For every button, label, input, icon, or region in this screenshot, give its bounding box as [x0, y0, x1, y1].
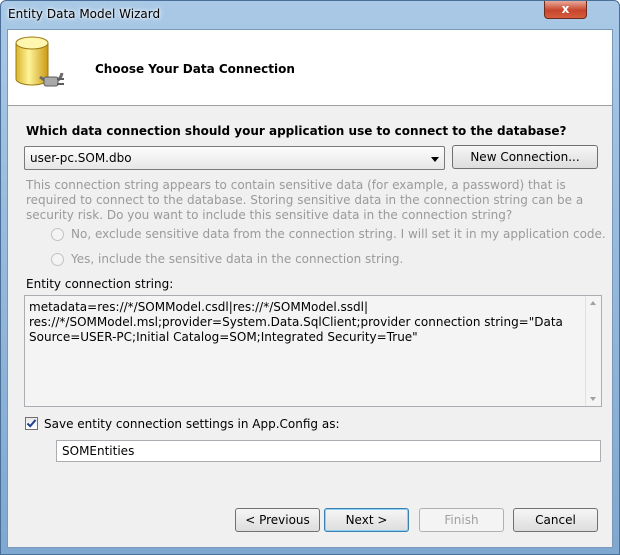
sensitive-data-message: This connection string appears to contai… [26, 178, 584, 222]
new-connection-button[interactable]: New Connection... [452, 145, 598, 169]
radio-button-exclude[interactable] [51, 228, 64, 241]
radio-button-include[interactable] [51, 253, 64, 266]
scroll-up-icon[interactable] [590, 301, 596, 305]
connection-string-line-2: res://*/SOMModel.msl;provider=System.Dat… [29, 315, 563, 329]
wizard-client-area: Choose Your Data Connection Which data c… [7, 29, 613, 548]
next-button[interactable]: Next > [324, 508, 409, 532]
cancel-button[interactable]: Cancel [513, 508, 598, 532]
finish-button[interactable]: Finish [419, 508, 504, 532]
window-title: Entity Data Model Wizard [8, 7, 161, 21]
title-bar[interactable]: Entity Data Model Wizard x [1, 1, 619, 29]
connection-question: Which data connection should your applic… [26, 124, 567, 138]
close-button[interactable]: x [544, 1, 587, 19]
connection-string-line-1: metadata=res://*/SOMModel.csdl|res://*/S… [29, 300, 369, 314]
page-title: Choose Your Data Connection [95, 62, 295, 76]
wizard-window: Entity Data Model Wizard x Choose Your D… [0, 0, 620, 555]
scroll-down-icon[interactable] [590, 397, 596, 401]
connection-string-line-3: Source=USER-PC;Initial Catalog=SOM;Integ… [29, 330, 418, 344]
data-connection-dropdown[interactable]: user-pc.SOM.dbo [24, 146, 445, 170]
entity-connection-string-box[interactable]: metadata=res://*/SOMModel.csdl|res://*/S… [24, 295, 602, 407]
radio-include-label: Yes, include the sensitive data in the c… [71, 252, 404, 266]
entity-name-input[interactable]: SOMEntities [56, 440, 601, 462]
entity-connection-label: Entity connection string: [26, 277, 174, 291]
vertical-scrollbar[interactable] [585, 296, 601, 406]
previous-button[interactable]: < Previous [235, 508, 320, 532]
wizard-header: Choose Your Data Connection [8, 30, 612, 106]
radio-exclude-label: No, exclude sensitive data from the conn… [71, 227, 606, 241]
database-connection-icon [15, 36, 64, 87]
selected-connection: user-pc.SOM.dbo [30, 151, 132, 165]
save-settings-label: Save entity connection settings in App.C… [44, 417, 340, 431]
checkmark-icon [26, 419, 37, 428]
entity-connection-string: metadata=res://*/SOMModel.csdl|res://*/S… [29, 300, 579, 345]
chevron-down-icon [431, 157, 439, 162]
save-settings-checkbox[interactable] [25, 417, 38, 430]
